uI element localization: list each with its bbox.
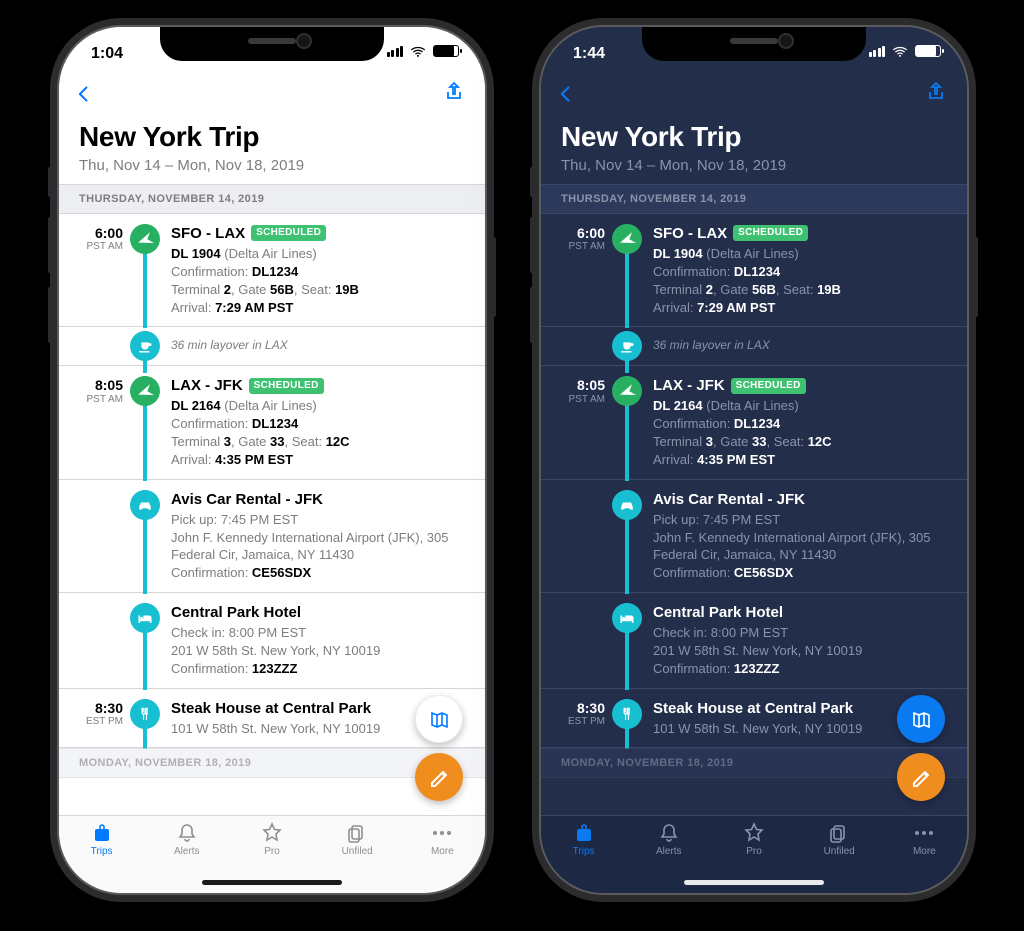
nav-bar (59, 75, 485, 115)
device-notch (160, 27, 384, 61)
tab-unfiled[interactable]: Unfiled (803, 822, 875, 875)
share-button[interactable] (925, 79, 947, 103)
trip-header: New York Trip Thu, Nov 14 – Mon, Nov 18,… (59, 115, 485, 184)
itinerary-row-flight[interactable]: 6:00PST AM SFO - LAXSCHEDULED DL 1904 (D… (541, 214, 967, 327)
itinerary-row-car[interactable]: Avis Car Rental - JFK Pick up: 7:45 PM E… (541, 480, 967, 593)
tab-more[interactable]: More (888, 822, 960, 875)
row-time: 6:00 (79, 226, 123, 241)
section-header: THURSDAY, NOVEMBER 14, 2019 (59, 184, 485, 214)
nav-bar (541, 75, 967, 115)
coffee-icon (612, 331, 642, 361)
layover-text: 36 min layover in LAX (171, 331, 469, 360)
home-indicator[interactable] (684, 880, 824, 885)
coffee-icon (130, 331, 160, 361)
car-icon (612, 490, 642, 520)
home-indicator[interactable] (202, 880, 342, 885)
plane-icon (612, 376, 642, 406)
more-icon (911, 822, 937, 844)
trip-title: New York Trip (561, 121, 947, 153)
bed-icon (612, 603, 642, 633)
itinerary-row-hotel[interactable]: Central Park Hotel Check in: 8:00 PM EST… (59, 593, 485, 689)
itinerary-row-flight[interactable]: 8:05 PST AM LAX - JFKSCHEDULED DL 2164 (… (59, 366, 485, 479)
status-time: 1:04 (91, 45, 123, 63)
section-header: THURSDAY, NOVEMBER 14, 2019 (541, 184, 967, 214)
tab-alerts[interactable]: Alerts (633, 822, 705, 875)
tab-unfiled[interactable]: Unfiled (321, 822, 393, 875)
device-notch (642, 27, 866, 61)
cellular-icon (869, 46, 886, 57)
car-icon (130, 490, 160, 520)
itinerary-row-flight[interactable]: 6:00 PST AM SFO - LAXSCHEDULED DL 1904 (… (59, 214, 485, 327)
tab-alerts[interactable]: Alerts (151, 822, 223, 875)
row-zone: PST AM (79, 241, 123, 252)
status-time: 1:44 (573, 45, 605, 63)
itinerary-row-layover: 36 min layover in LAX (59, 327, 485, 366)
edit-button[interactable] (897, 753, 945, 801)
map-button[interactable] (897, 695, 945, 743)
trip-title: New York Trip (79, 121, 465, 153)
wifi-icon (891, 44, 909, 58)
fork-icon (130, 699, 160, 729)
cellular-icon (387, 46, 404, 57)
share-button[interactable] (443, 79, 465, 103)
bed-icon (130, 603, 160, 633)
map-button[interactable] (415, 695, 463, 743)
itinerary-row-hotel[interactable]: Central Park Hotel Check in: 8:00 PM EST… (541, 593, 967, 689)
trip-header: New York Trip Thu, Nov 14 – Mon, Nov 18,… (541, 115, 967, 184)
battery-icon (433, 45, 459, 57)
plane-icon (130, 376, 160, 406)
tab-pro[interactable]: Pro (236, 822, 308, 875)
edit-button[interactable] (415, 753, 463, 801)
flight-route: SFO - LAX (171, 224, 245, 245)
battery-icon (915, 45, 941, 57)
itinerary-row-car[interactable]: Avis Car Rental - JFK Pick up: 7:45 PM E… (59, 480, 485, 593)
itinerary-row-flight[interactable]: 8:05PST AM LAX - JFKSCHEDULED DL 2164 (D… (541, 366, 967, 479)
trip-date-range: Thu, Nov 14 – Mon, Nov 18, 2019 (79, 157, 465, 174)
tab-more[interactable]: More (406, 822, 478, 875)
tab-pro[interactable]: Pro (718, 822, 790, 875)
more-icon (429, 822, 455, 844)
fork-icon (612, 699, 642, 729)
wifi-icon (409, 44, 427, 58)
plane-icon (612, 224, 642, 254)
itinerary-row-layover: 36 min layover in LAX (541, 327, 967, 366)
trip-date-range: Thu, Nov 14 – Mon, Nov 18, 2019 (561, 157, 947, 174)
back-button[interactable] (557, 81, 575, 107)
status-badge: SCHEDULED (251, 225, 326, 241)
tab-trips[interactable]: Trips (66, 822, 138, 875)
device-dark: 1:44 New York Trip Thu, Nov 14 – Mon, No… (541, 27, 967, 893)
plane-icon (130, 224, 160, 254)
back-button[interactable] (75, 81, 93, 107)
device-light: 1:04 New York Trip Thu, Nov 14 – Mon, No… (59, 27, 485, 893)
tab-trips[interactable]: Trips (548, 822, 620, 875)
